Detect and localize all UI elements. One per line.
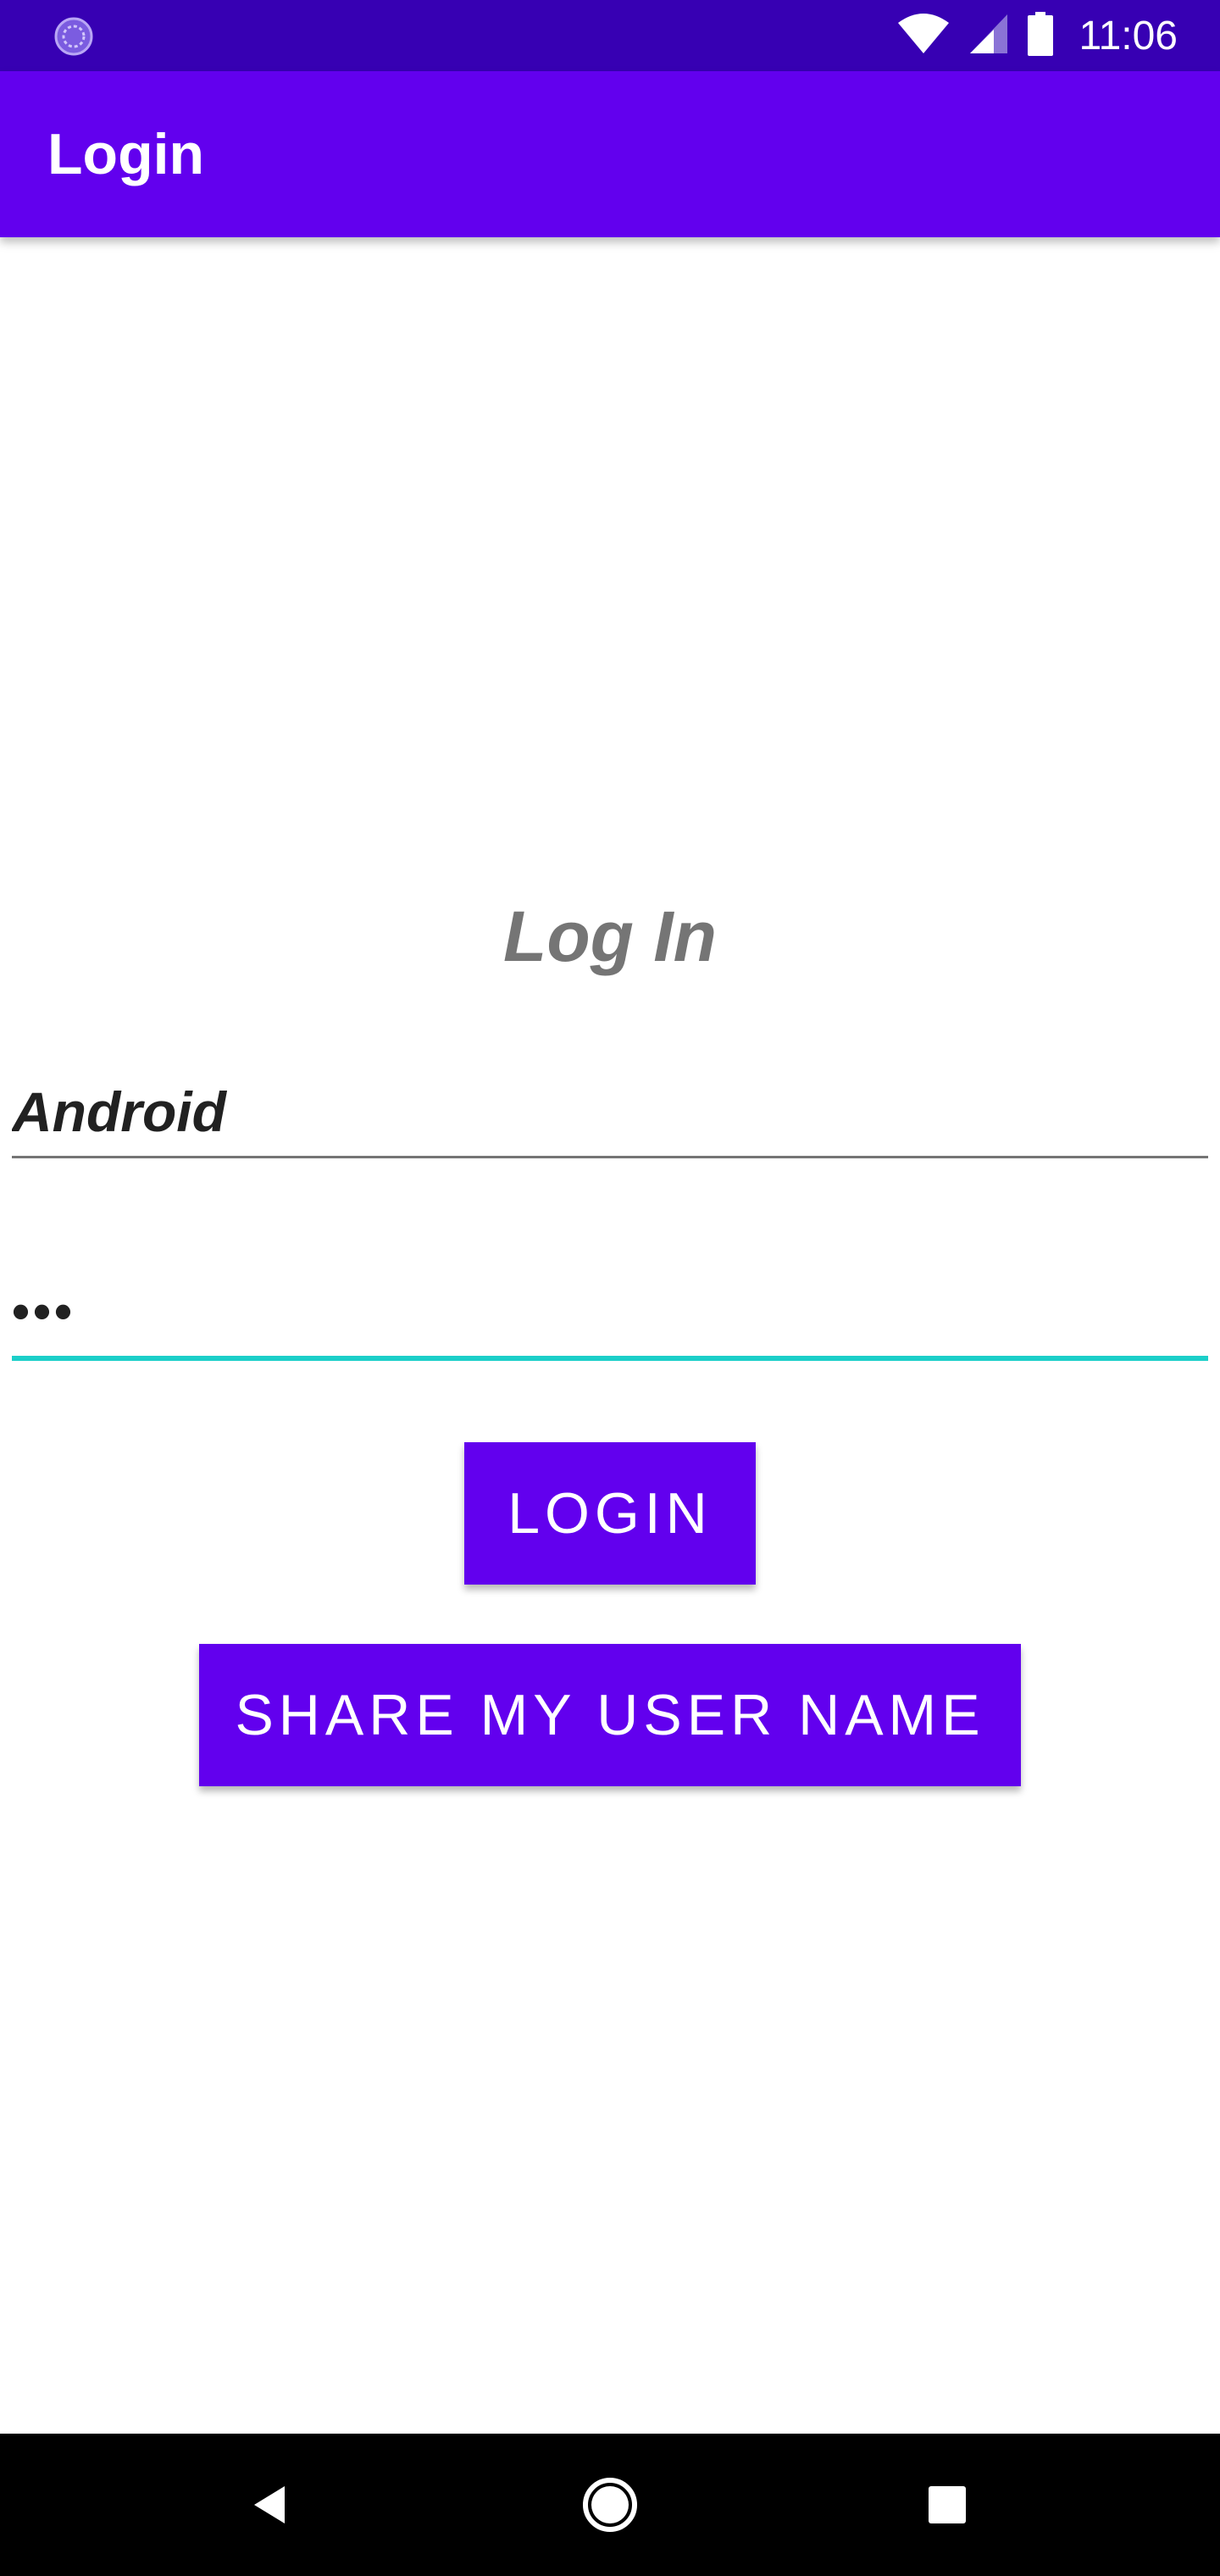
status-time: 11:06 [1079,13,1178,58]
app-bar: Login [0,71,1220,237]
login-heading: Log In [503,897,717,976]
status-bar: 11:06 [0,0,1220,71]
navigation-bar [0,2434,1220,2576]
sync-icon [54,17,93,56]
signal-icon [968,13,1009,59]
home-icon[interactable] [568,2462,652,2547]
share-username-button[interactable]: SHARE MY USER NAME [199,1644,1021,1786]
status-icons: 11:06 [897,0,1178,71]
app-bar-title: Login [47,122,205,186]
login-screen: 11:06 Login Log In LOGIN SHARE MY USER N… [0,0,1220,2576]
username-field[interactable] [12,1068,1208,1158]
back-icon[interactable] [229,2462,313,2547]
wifi-icon [897,13,950,59]
login-button[interactable]: LOGIN [464,1442,756,1585]
password-field[interactable] [12,1268,1208,1361]
recents-icon[interactable] [905,2462,990,2547]
battery-icon [1028,11,1054,60]
